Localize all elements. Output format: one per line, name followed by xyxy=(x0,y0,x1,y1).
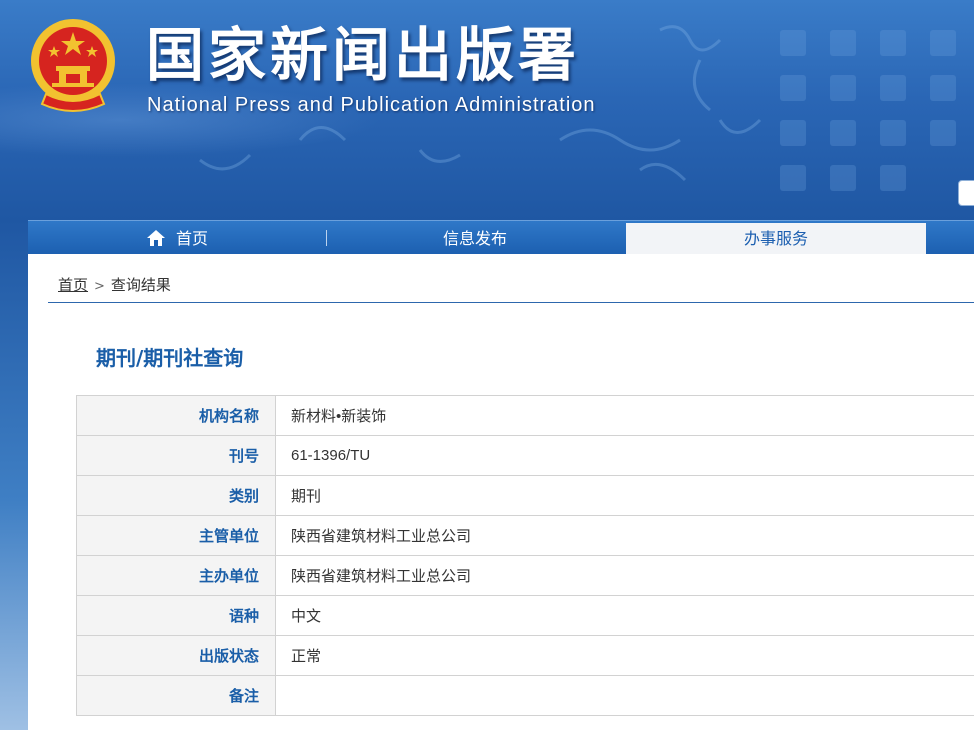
row-label: 主管单位 xyxy=(76,515,276,556)
national-emblem-icon xyxy=(31,19,115,112)
search-box[interactable] xyxy=(958,180,974,206)
row-value xyxy=(275,675,974,716)
row-value: 新材料•新装饰 xyxy=(275,395,974,436)
row-value: 正常 xyxy=(275,635,974,676)
breadcrumb-divider xyxy=(48,302,974,303)
row-label: 刊号 xyxy=(76,435,276,476)
row-value: 陕西省建筑材料工业总公司 xyxy=(275,515,974,556)
table-row: 刊号 61-1396/TU xyxy=(76,435,974,476)
table-row: 出版状态 正常 xyxy=(76,635,974,676)
table-row: 主办单位 陕西省建筑材料工业总公司 xyxy=(76,555,974,596)
row-value: 中文 xyxy=(275,595,974,636)
row-label: 备注 xyxy=(76,675,276,716)
row-value: 陕西省建筑材料工业总公司 xyxy=(275,555,974,596)
row-label: 类别 xyxy=(76,475,276,516)
breadcrumb-separator: > xyxy=(94,279,105,294)
row-value: 61-1396/TU xyxy=(275,435,974,476)
page-title: 期刊/期刊社查询 xyxy=(96,346,244,370)
row-value: 期刊 xyxy=(275,475,974,516)
main-nav: 首页 信息发布 办事服务 xyxy=(28,220,974,255)
table-row: 备注 xyxy=(76,675,974,716)
site-subtitle: National Press and Publication Administr… xyxy=(147,94,596,116)
journal-info-table: 机构名称 新材料•新装饰 刊号 61-1396/TU 类别 期刊 主管单位 陕西… xyxy=(76,395,974,716)
nav-home-label: 首页 xyxy=(175,229,208,248)
row-label: 语种 xyxy=(76,595,276,636)
content-panel: 首页 > 查询结果 期刊/期刊社查询 机构名称 新材料•新装饰 刊号 61-1396… xyxy=(28,254,974,730)
left-decoration xyxy=(0,220,28,730)
breadcrumb: 首页 > 查询结果 xyxy=(58,274,171,295)
nav-info-release[interactable]: 信息发布 xyxy=(326,221,624,255)
row-label: 机构名称 xyxy=(76,395,276,436)
home-icon xyxy=(146,230,165,246)
nav-home[interactable]: 首页 xyxy=(28,221,326,255)
row-label: 主办单位 xyxy=(76,555,276,596)
breadcrumb-current: 查询结果 xyxy=(110,276,171,294)
nav-services[interactable]: 办事服务 xyxy=(626,223,926,255)
header-banner: 国家新闻出版署 National Press and Publication A… xyxy=(0,0,974,220)
table-row: 机构名称 新材料•新装饰 xyxy=(76,395,974,436)
breadcrumb-home-link[interactable]: 首页 xyxy=(58,276,88,294)
table-row: 语种 中文 xyxy=(76,595,974,636)
table-row: 主管单位 陕西省建筑材料工业总公司 xyxy=(76,515,974,556)
table-row: 类别 期刊 xyxy=(76,475,974,516)
site-title: 国家新闻出版署 xyxy=(146,21,581,89)
row-label: 出版状态 xyxy=(76,635,276,676)
